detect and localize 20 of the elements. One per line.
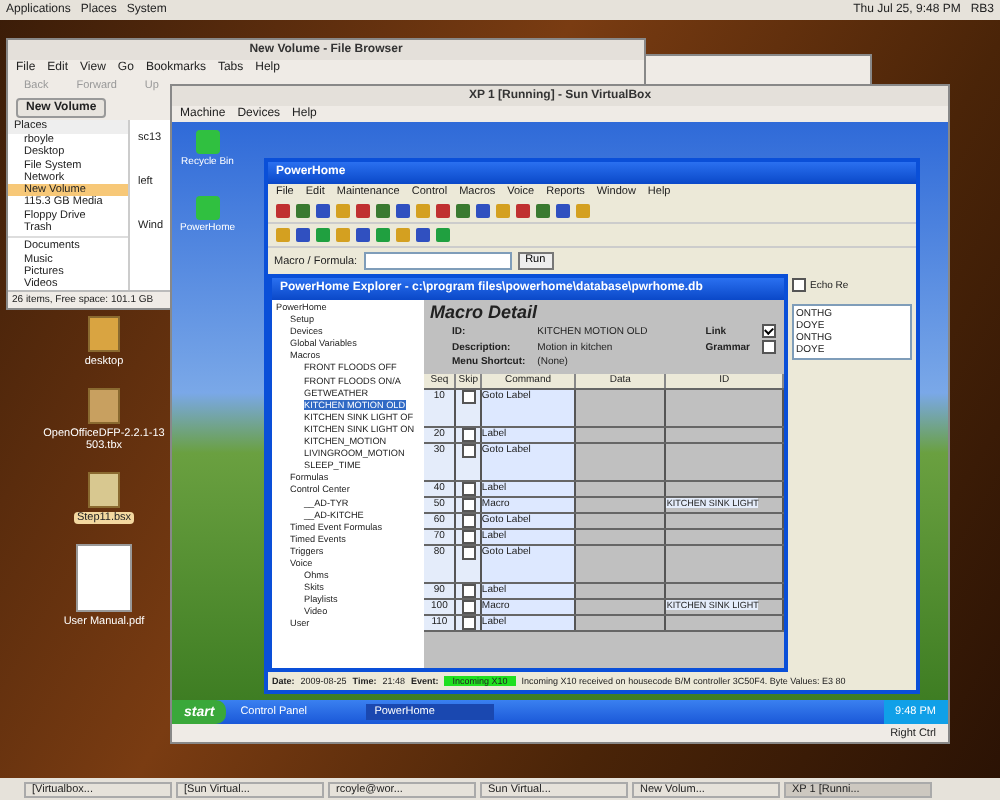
file-icon[interactable]: [75, 544, 132, 612]
checkbox[interactable]: [461, 584, 476, 598]
program-icon[interactable]: [195, 196, 220, 220]
formula-field[interactable]: [363, 252, 512, 270]
checkbox[interactable]: [461, 428, 476, 442]
checkbox[interactable]: [762, 340, 776, 354]
checkbox[interactable]: [461, 444, 476, 458]
checkbox[interactable]: [461, 600, 476, 614]
file-icon[interactable]: [87, 316, 120, 352]
file-icon[interactable]: [88, 472, 120, 508]
checkbox[interactable]: [461, 616, 476, 630]
checkbox[interactable]: [461, 498, 476, 512]
checkbox[interactable]: [461, 482, 476, 496]
checkbox[interactable]: [762, 324, 776, 338]
checkbox[interactable]: [461, 530, 476, 544]
checkbox[interactable]: [461, 514, 476, 528]
checkbox[interactable]: [461, 390, 476, 404]
checkbox[interactable]: [792, 278, 806, 292]
checkbox[interactable]: [461, 546, 476, 560]
program-icon[interactable]: [195, 130, 220, 154]
